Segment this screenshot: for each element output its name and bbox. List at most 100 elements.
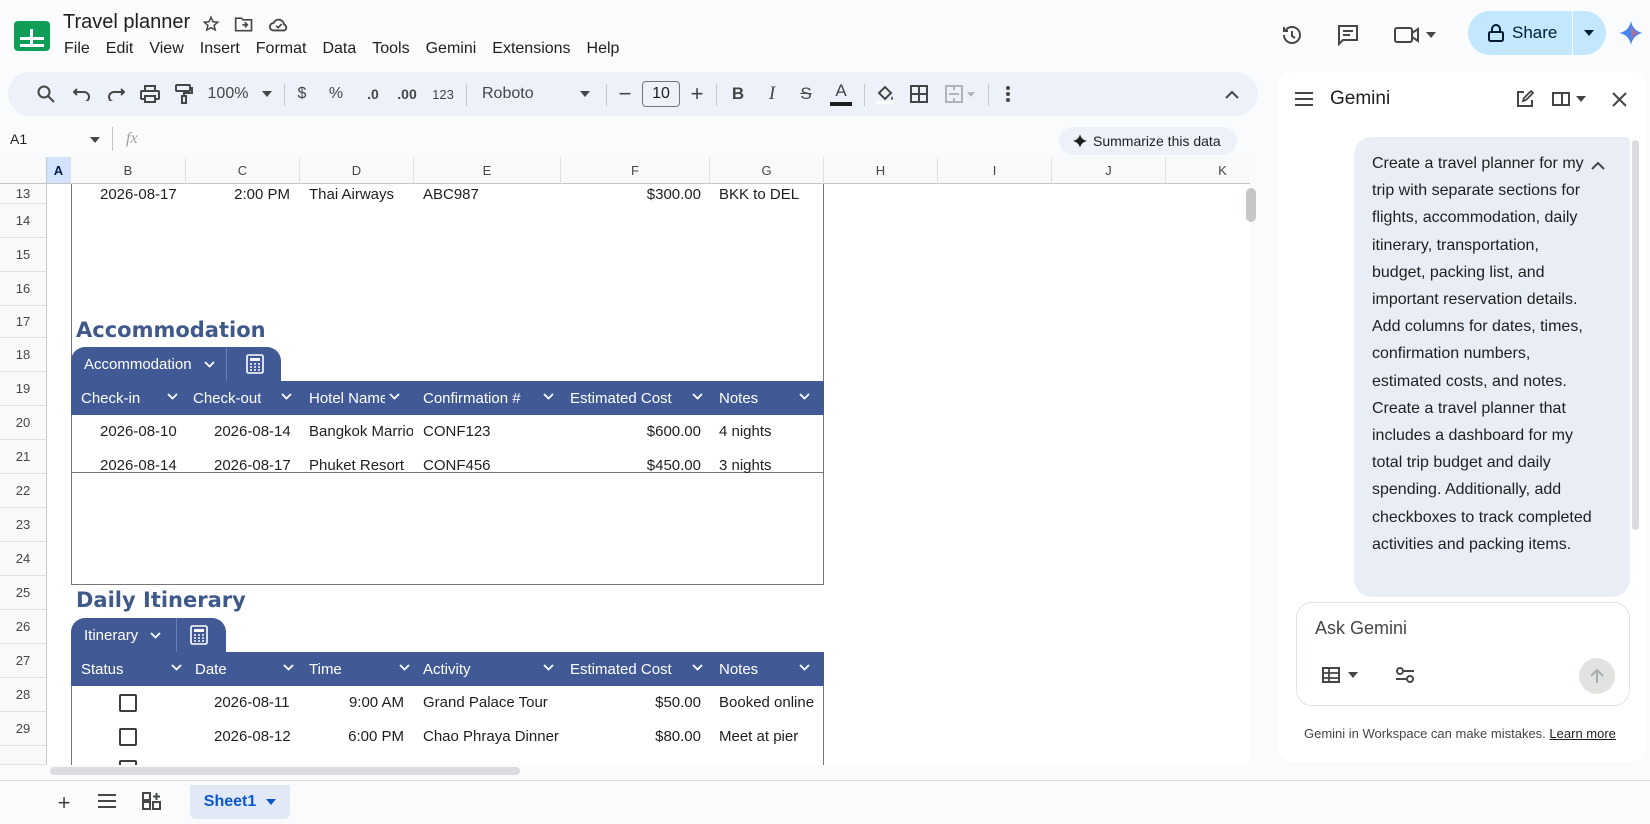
menu-insert[interactable]: Insert <box>200 40 248 58</box>
itinerary-table-name[interactable]: Itinerary <box>71 627 176 644</box>
sheet-tab-sheet1[interactable]: Sheet1 <box>190 785 290 819</box>
column-header-f[interactable]: F <box>561 157 710 184</box>
header-date[interactable]: Date <box>195 652 301 686</box>
move-folder-icon[interactable] <box>233 13 255 35</box>
header-activity[interactable]: Activity <box>423 652 563 686</box>
column-header-d[interactable]: D <box>300 157 414 184</box>
itinerary-table-tab[interactable]: Itinerary <box>71 618 226 652</box>
accommodation-table-tab[interactable]: Accommodation <box>71 347 281 381</box>
sheets-logo-icon[interactable] <box>14 21 50 51</box>
font-size-input[interactable]: 10 <box>642 81 680 107</box>
itinerary-date-cell[interactable]: 2026-08-12 <box>214 728 291 745</box>
chevron-down-icon[interactable] <box>90 137 100 143</box>
column-header-h[interactable]: H <box>824 157 938 184</box>
italic-button[interactable]: I <box>758 72 786 116</box>
panel-scrollbar[interactable] <box>1632 140 1639 530</box>
name-box[interactable]: A1 <box>10 131 27 147</box>
cloud-status-icon[interactable] <box>268 13 290 35</box>
search-menus-icon[interactable] <box>32 72 60 116</box>
menu-icon[interactable] <box>1295 92 1313 106</box>
summarize-data-button[interactable]: Summarize this data <box>1059 127 1237 155</box>
menu-help[interactable]: Help <box>587 40 628 58</box>
table-calculator-icon[interactable] <box>227 354 265 374</box>
row-header-27[interactable]: 27 <box>0 644 47 678</box>
header-check-out[interactable]: Check-out <box>193 381 299 415</box>
row-header-23[interactable]: 23 <box>0 508 47 542</box>
all-sheets-icon[interactable] <box>98 794 116 808</box>
row-header-20[interactable]: 20 <box>0 406 47 440</box>
more-options-icon[interactable] <box>996 72 1020 116</box>
zoom-select[interactable]: 100% <box>204 72 276 116</box>
print-icon[interactable] <box>136 72 164 116</box>
row-header-29[interactable]: 29 <box>0 712 47 746</box>
vertical-scrollbar[interactable] <box>1246 188 1256 222</box>
column-header-j[interactable]: J <box>1052 157 1166 184</box>
format-currency-button[interactable]: $ <box>290 72 314 116</box>
menu-data[interactable]: Data <box>322 40 364 58</box>
accommodation-checkin-cell[interactable]: 2026-08-10 <box>100 423 177 440</box>
row-header-16[interactable]: 16 <box>0 272 47 306</box>
text-color-button[interactable]: A <box>826 72 856 116</box>
column-header-k[interactable]: K <box>1166 157 1250 184</box>
bold-button[interactable]: B <box>724 72 752 116</box>
itinerary-activity-cell[interactable]: Grand Palace Tour <box>423 694 561 711</box>
format-percent-button[interactable]: % <box>324 72 348 116</box>
tune-settings-icon[interactable] <box>1395 667 1415 683</box>
column-header-e[interactable]: E <box>414 157 561 184</box>
insert-table-button[interactable] <box>1322 667 1358 683</box>
header-confirmation[interactable]: Confirmation # <box>423 381 563 415</box>
header-status[interactable]: Status <box>81 652 186 686</box>
itinerary-time-cell[interactable]: 6:00 PM <box>300 728 404 745</box>
fill-color-icon[interactable] <box>870 72 900 116</box>
undo-icon[interactable] <box>68 72 96 116</box>
header-notes[interactable]: Notes <box>719 652 819 686</box>
accommodation-hotel-cell[interactable]: Phuket Resort <box>309 457 413 474</box>
row-header-18[interactable]: 18 <box>0 338 47 372</box>
flight-airline-cell[interactable]: Thai Airways <box>309 186 394 203</box>
row-header-28[interactable]: 28 <box>0 678 47 712</box>
row-header-15[interactable]: 15 <box>0 238 47 272</box>
ask-gemini-input[interactable]: Ask Gemini <box>1315 618 1407 639</box>
menu-format[interactable]: Format <box>256 40 315 58</box>
paint-format-icon[interactable] <box>170 72 198 116</box>
borders-icon[interactable] <box>904 72 934 116</box>
row-header-21[interactable]: 21 <box>0 440 47 474</box>
accommodation-checkout-cell[interactable]: 2026-08-14 <box>214 423 291 440</box>
table-calculator-icon[interactable] <box>177 625 209 645</box>
row-header-25[interactable]: 25 <box>0 576 47 610</box>
select-all-corner[interactable] <box>0 157 47 184</box>
share-options-button[interactable] <box>1573 11 1605 55</box>
accommodation-hotel-cell[interactable]: Bangkok Marriott <box>309 423 413 440</box>
flight-conf-cell[interactable]: ABC987 <box>423 186 479 203</box>
header-check-in[interactable]: Check-in <box>81 381 186 415</box>
menu-tools[interactable]: Tools <box>372 40 417 58</box>
header-time[interactable]: Time <box>309 652 419 686</box>
flight-notes-cell[interactable]: BKK to DEL <box>719 186 799 203</box>
menu-view[interactable]: View <box>149 40 191 58</box>
font-select[interactable]: Roboto <box>474 72 598 116</box>
spreadsheet-grid[interactable]: A B C D E F G H I J K 13 14 15 16 17 18 … <box>0 157 1250 765</box>
itinerary-cost-cell[interactable]: $50.00 <box>565 694 701 711</box>
column-header-i[interactable]: I <box>938 157 1052 184</box>
menu-edit[interactable]: Edit <box>106 40 142 58</box>
accommodation-checkin-cell[interactable]: 2026-08-14 <box>100 457 177 474</box>
accommodation-notes-cell[interactable]: 4 nights <box>719 423 772 440</box>
itinerary-notes-cell[interactable]: Meet at pier <box>719 728 819 745</box>
accommodation-section-title[interactable]: Accommodation <box>76 318 266 342</box>
new-chat-icon[interactable] <box>1516 90 1534 108</box>
row-header-22[interactable]: 22 <box>0 474 47 508</box>
itinerary-time-cell[interactable]: 9:00 AM <box>300 694 404 711</box>
accommodation-cost-cell[interactable]: $600.00 <box>565 423 701 440</box>
header-notes[interactable]: Notes <box>719 381 819 415</box>
itinerary-date-cell[interactable]: 2026-08-11 <box>214 694 290 711</box>
increase-decimal-button[interactable]: .00 <box>392 72 422 116</box>
meet-button[interactable] <box>1394 22 1444 48</box>
row-header-26[interactable]: 26 <box>0 610 47 644</box>
gemini-spark-icon[interactable] <box>1618 20 1644 46</box>
merge-cells-button[interactable] <box>938 72 982 116</box>
header-estimated-cost[interactable]: Estimated Cost <box>570 652 710 686</box>
increase-font-size-button[interactable]: + <box>686 72 708 116</box>
decrease-font-size-button[interactable]: − <box>614 72 636 116</box>
itinerary-notes-cell[interactable]: Booked online <box>719 694 819 711</box>
row-header-30[interactable] <box>0 746 47 765</box>
